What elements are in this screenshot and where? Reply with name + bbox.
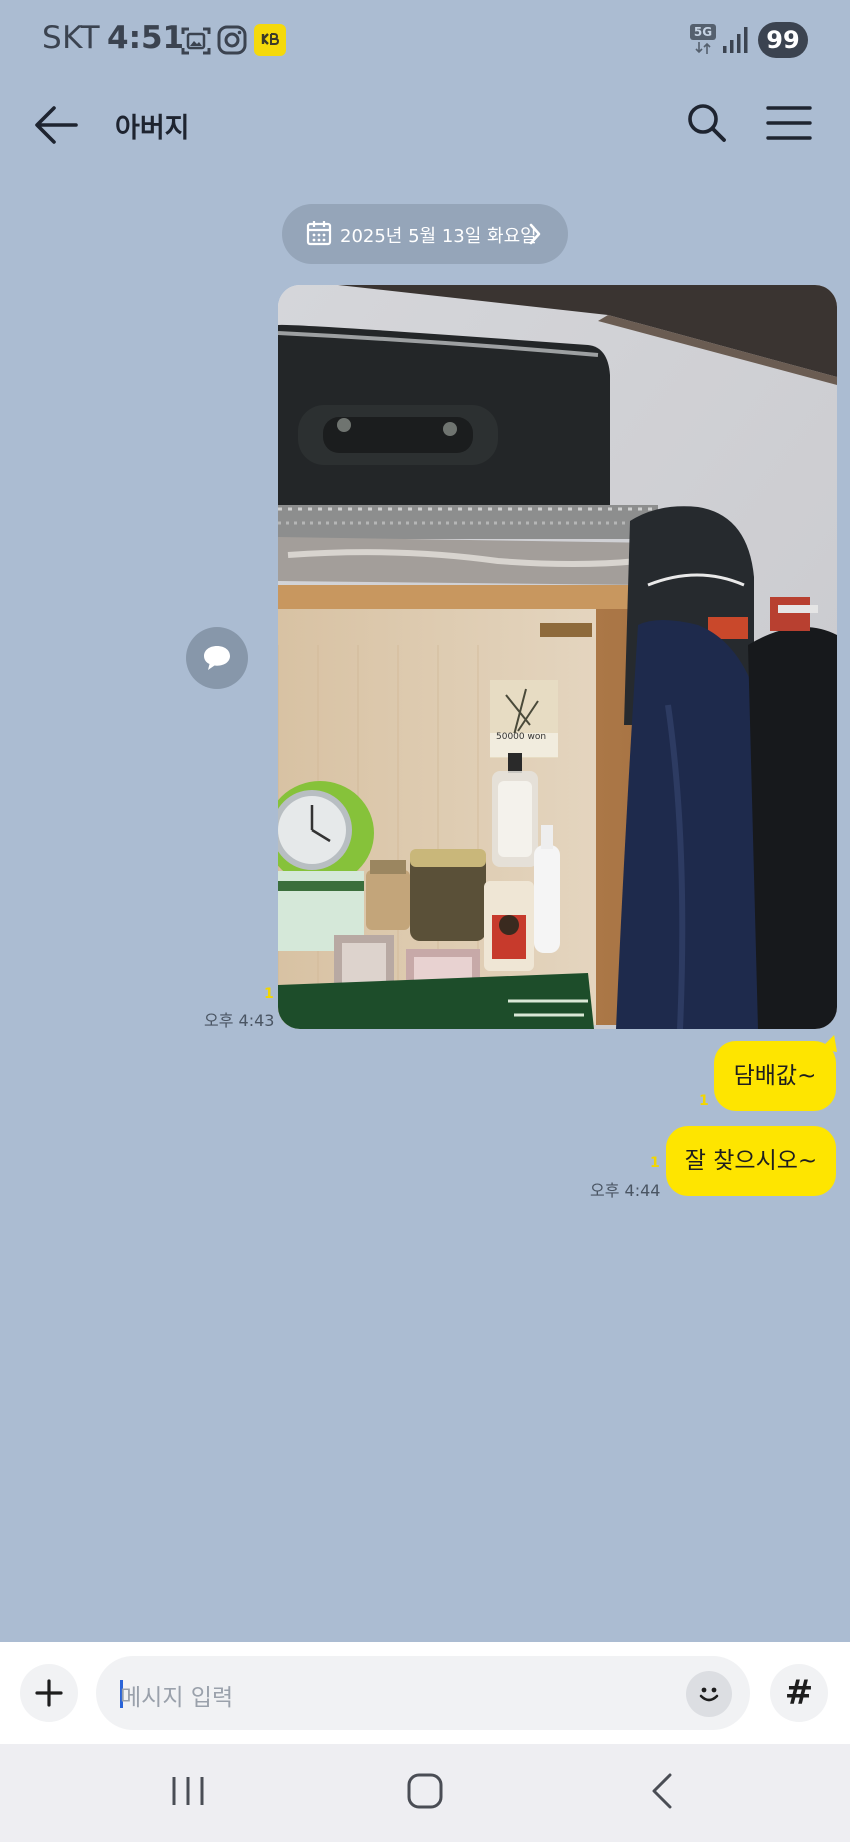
- message-text: 잘 찾으시오~: [684, 1148, 818, 1174]
- carrier-label: SKT: [42, 20, 101, 56]
- search-button[interactable]: [682, 98, 732, 148]
- my-message-bubble[interactable]: 담배값~: [714, 1041, 836, 1111]
- message-time: 오후 4:43: [204, 1011, 275, 1030]
- message-text: 담배값~: [733, 1063, 817, 1089]
- date-label: 2025년 5월 13일 화요일: [340, 226, 537, 247]
- unread-count: 1: [699, 1093, 709, 1109]
- menu-button[interactable]: [764, 98, 814, 148]
- network-5g-icon: 5G: [690, 24, 716, 54]
- attach-button[interactable]: [20, 1664, 78, 1722]
- status-clock: 4:51: [107, 20, 185, 56]
- hashtag-icon: #: [784, 1673, 814, 1713]
- signal-icon: [723, 27, 748, 53]
- date-divider[interactable]: 2025년 5월 13일 화요일: [282, 204, 568, 264]
- emoji-button[interactable]: [686, 1671, 732, 1717]
- home-icon[interactable]: [406, 1772, 444, 1810]
- speech-bubble-icon: [204, 646, 230, 670]
- nav-back-icon[interactable]: [648, 1772, 676, 1810]
- calendar-icon: [306, 221, 332, 246]
- kb-app-icon: [254, 24, 286, 56]
- back-button[interactable]: [28, 98, 86, 152]
- chevron-right-icon: [529, 223, 541, 245]
- message-time: 오후 4:44: [590, 1181, 661, 1200]
- chat-header: 아버지: [0, 80, 850, 170]
- gallery-icon: [181, 27, 211, 55]
- network-label: 5G: [690, 24, 716, 40]
- message-input-placeholder: 메시지 입력: [120, 1685, 234, 1711]
- recent-apps-icon[interactable]: [170, 1774, 206, 1808]
- arrow-left-icon: [35, 106, 78, 144]
- unread-count: 1: [264, 986, 274, 1002]
- emoji-icon: [699, 1687, 719, 1702]
- system-nav-bar: [0, 1744, 850, 1842]
- status-bar: SKT 4:51 5G 99: [0, 0, 850, 80]
- instagram-icon: [217, 25, 247, 55]
- message-input[interactable]: 메시지 입력: [96, 1656, 750, 1730]
- menu-icon: [766, 106, 812, 140]
- photo-price-tag-text: 50000 won: [496, 732, 547, 742]
- photo-message[interactable]: 50000 won: [278, 285, 837, 1029]
- plus-icon: [35, 1679, 63, 1707]
- my-message-bubble[interactable]: 잘 찾으시오~: [666, 1126, 836, 1196]
- chat-title[interactable]: 아버지: [115, 106, 190, 145]
- unread-count: 1: [650, 1155, 660, 1171]
- hashtag-search-button[interactable]: #: [770, 1664, 828, 1722]
- photo-image: [278, 285, 837, 1029]
- search-icon: [688, 104, 726, 142]
- share-button[interactable]: [186, 627, 248, 689]
- message-input-bar: 메시지 입력 #: [0, 1642, 850, 1744]
- battery-indicator: 99: [758, 22, 808, 58]
